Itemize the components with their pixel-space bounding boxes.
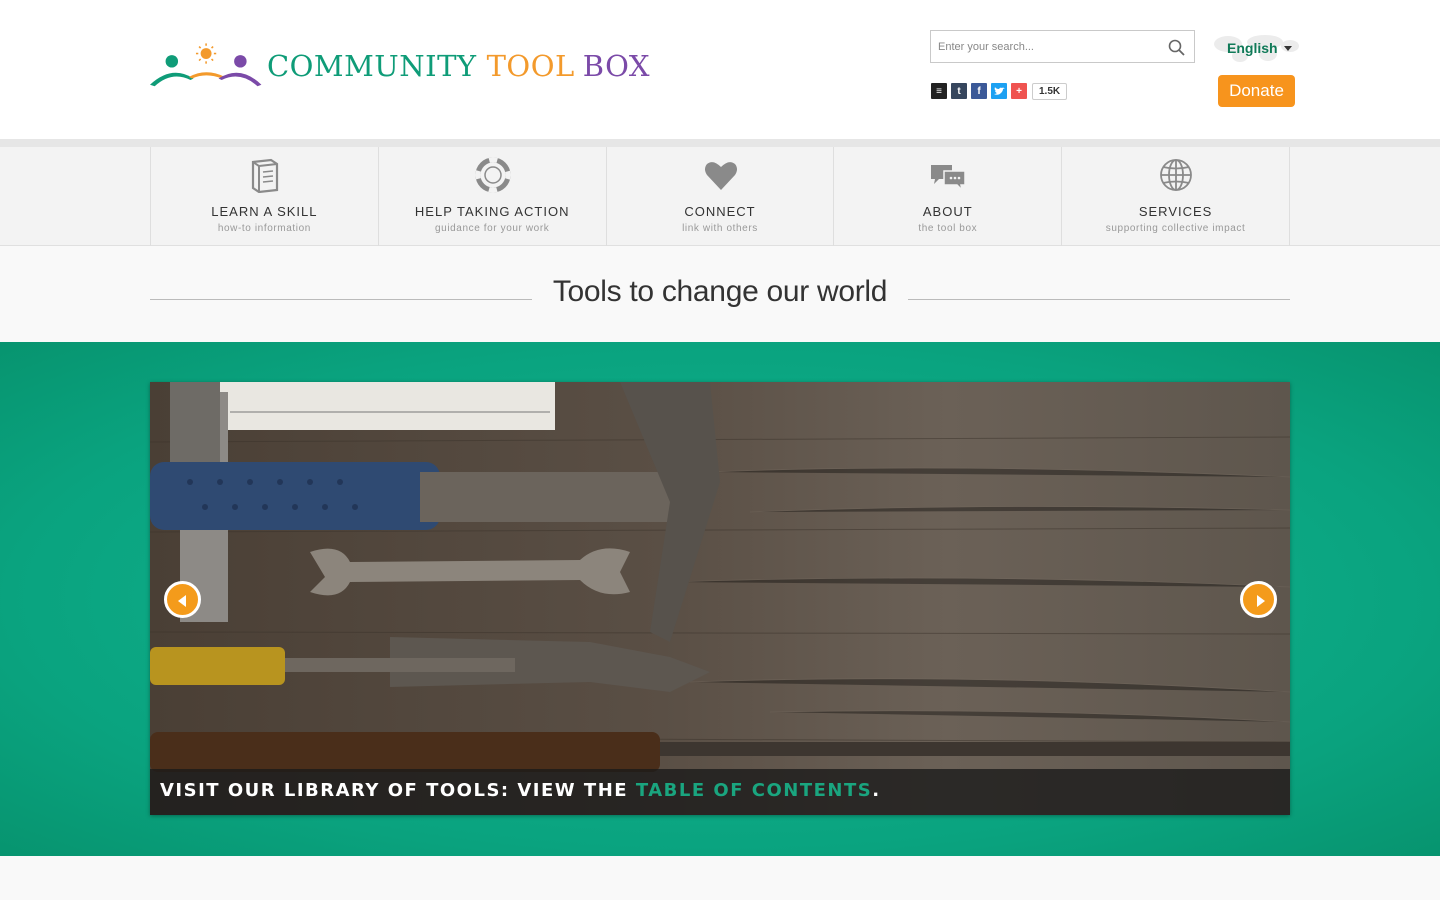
share-count: 1.5K	[1032, 82, 1068, 100]
nav-item-learn-a-skill[interactable]: LEARN A SKILL how-to information	[151, 147, 379, 246]
tagline-section: Tools to change our world	[150, 270, 1290, 320]
page-tagline: Tools to change our world	[552, 275, 888, 308]
search-icon[interactable]	[1168, 39, 1185, 56]
tumblr-icon[interactable]: t	[951, 83, 967, 99]
language-selector[interactable]: English	[1210, 32, 1300, 64]
nav-title: ABOUT	[922, 204, 973, 219]
logo-word-community: COMMUNITY	[266, 49, 477, 83]
divider-line	[150, 299, 532, 300]
nav-item-connect[interactable]: CONNECT link with others	[607, 147, 835, 246]
tools-on-wood-image	[150, 382, 1290, 772]
logo-word-box: BOX	[582, 49, 650, 83]
hero-slide[interactable]: VISIT OUR LIBRARY OF TOOLS: VIEW THE TAB…	[150, 382, 1290, 815]
donate-button[interactable]: Donate	[1218, 75, 1295, 107]
chevron-down-icon	[1284, 46, 1292, 51]
chat-bubbles-icon	[931, 165, 967, 193]
chevron-left-icon	[178, 595, 186, 607]
buffer-icon[interactable]: ≡	[931, 83, 947, 99]
chevron-right-icon	[1257, 595, 1265, 607]
caption-prefix: VISIT OUR LIBRARY OF TOOLS: VIEW THE	[160, 780, 636, 801]
share-bar: ≡ t f + 1.5K	[931, 82, 1068, 100]
nav-subtitle: guidance for your work	[435, 223, 550, 234]
nav-subtitle: supporting collective impact	[1105, 223, 1246, 234]
nav-item-services[interactable]: SERVICES supporting collective impact	[1062, 147, 1290, 246]
logo-wordmark: COMMUNITY TOOL BOX	[267, 49, 650, 83]
lifebuoy-icon	[475, 157, 511, 193]
sun-icon	[195, 43, 217, 64]
nav-title: HELP TAKING ACTION	[414, 204, 570, 219]
carousel-next-button[interactable]	[1240, 581, 1277, 618]
search-input[interactable]	[931, 31, 1156, 62]
nav-title: CONNECT	[684, 204, 756, 219]
caption-suffix: .	[872, 780, 881, 801]
table-of-contents-link[interactable]: TABLE OF CONTENTS	[636, 780, 872, 801]
slide-caption: VISIT OUR LIBRARY OF TOOLS: VIEW THE TAB…	[160, 780, 881, 801]
book-icon	[251, 158, 279, 193]
plus-icon[interactable]: +	[1011, 83, 1027, 99]
nav-title: SERVICES	[1138, 204, 1213, 219]
language-label: English	[1227, 40, 1278, 56]
hero-banner: VISIT OUR LIBRARY OF TOOLS: VIEW THE TAB…	[0, 342, 1440, 856]
page-bottom-strip	[0, 856, 1440, 900]
nav-subtitle: the tool box	[918, 223, 978, 234]
divider-line	[908, 299, 1290, 300]
nav-item-about[interactable]: ABOUT the tool box	[834, 147, 1063, 246]
site-header: COMMUNITYTOOLBOX ≡ t f + 1.5K Engli	[0, 0, 1440, 140]
slide-caption-bar: VISIT OUR LIBRARY OF TOOLS: VIEW THE TAB…	[150, 769, 1290, 815]
nav-title: LEARN A SKILL	[211, 204, 318, 219]
nav-subtitle: how-to information	[217, 223, 311, 234]
nav-subtitle: link with others	[682, 223, 758, 234]
carousel-prev-button[interactable]	[164, 581, 201, 618]
main-nav: LEARN A SKILL how-to information HELP TA…	[0, 147, 1440, 246]
logo-word-tool: TOOL	[486, 49, 575, 83]
facebook-icon[interactable]: f	[971, 83, 987, 99]
heart-icon	[704, 162, 737, 190]
nav-divider	[0, 139, 1440, 147]
globe-icon	[1160, 159, 1193, 191]
site-logo[interactable]: COMMUNITY TOOL BOX	[150, 36, 650, 96]
twitter-icon[interactable]	[991, 83, 1007, 99]
nav-item-help-taking-action[interactable]: HELP TAKING ACTION guidance for your wor…	[379, 147, 607, 246]
search-box	[930, 30, 1195, 63]
logo-people-icon	[150, 43, 262, 87]
